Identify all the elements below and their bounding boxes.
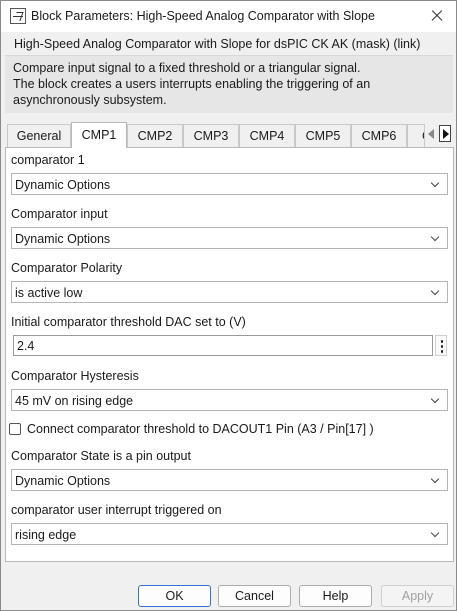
- chevron-down-icon: [429, 285, 443, 299]
- window-title: Block Parameters: High-Speed Analog Comp…: [31, 9, 375, 23]
- threshold-label: Initial comparator threshold DAC set to …: [11, 315, 246, 329]
- ok-button[interactable]: OK: [138, 585, 211, 607]
- comparator-label: comparator 1: [11, 153, 85, 167]
- threshold-field[interactable]: [13, 335, 433, 356]
- tab-bar: General CMP1 CMP2 CMP3 CMP4 CMP5 CMP6 C: [5, 122, 454, 148]
- simulink-block-icon: [10, 8, 26, 24]
- interrupt-dropdown[interactable]: rising edge: [11, 523, 448, 545]
- tab-cmp2[interactable]: CMP2: [127, 124, 183, 147]
- chevron-down-icon: [429, 473, 443, 487]
- comparator-polarity-value: is active low: [15, 286, 83, 300]
- description-line: The block creates a users interrupts ena…: [13, 77, 371, 91]
- tab-scroll-left-icon[interactable]: [425, 125, 437, 142]
- chevron-down-icon: [429, 177, 443, 191]
- comparator-polarity-dropdown[interactable]: is active low: [11, 281, 448, 303]
- dialog-footer: OK Cancel Help Apply: [1, 576, 456, 610]
- comparator-value: Dynamic Options: [15, 178, 111, 192]
- tab-scroll-right-icon[interactable]: [439, 125, 451, 142]
- title-bar: Block Parameters: High-Speed Analog Comp…: [1, 1, 456, 32]
- comparator-input-value: Dynamic Options: [15, 232, 111, 246]
- tab-general[interactable]: General: [7, 124, 71, 147]
- block-parameters-dialog: Block Parameters: High-Speed Analog Comp…: [0, 0, 457, 611]
- tab-cmp1[interactable]: CMP1: [71, 122, 127, 148]
- mask-header: High-Speed Analog Comparator with Slope …: [1, 32, 456, 116]
- description-line: asynchronously subsystem.: [13, 93, 167, 107]
- tab-cmp5[interactable]: CMP5: [295, 124, 351, 147]
- comparator-input-label: Comparator input: [11, 207, 108, 221]
- state-dropdown[interactable]: Dynamic Options: [11, 469, 448, 491]
- cmp1-panel: comparator 1 Dynamic Options Comparator …: [5, 147, 454, 562]
- tab-cmp6[interactable]: CMP6: [351, 124, 407, 147]
- state-label: Comparator State is a pin output: [11, 449, 191, 463]
- comparator-dropdown[interactable]: Dynamic Options: [11, 173, 448, 195]
- close-icon[interactable]: [424, 4, 450, 28]
- help-button[interactable]: Help: [299, 585, 372, 607]
- tab-partial[interactable]: C: [407, 124, 425, 147]
- dacout-label: Connect comparator threshold to DACOUT1 …: [27, 422, 374, 436]
- chevron-down-icon: [429, 231, 443, 245]
- hysteresis-label: Comparator Hysteresis: [11, 369, 139, 383]
- description-line: Compare input signal to a fixed threshol…: [13, 61, 361, 75]
- mask-title: High-Speed Analog Comparator with Slope …: [14, 37, 421, 51]
- interrupt-value: rising edge: [15, 528, 77, 542]
- mask-description: Compare input signal to a fixed threshol…: [5, 55, 453, 113]
- state-value: Dynamic Options: [15, 474, 111, 488]
- comparator-polarity-label: Comparator Polarity: [11, 261, 123, 275]
- dacout-checkbox[interactable]: [9, 423, 21, 435]
- more-options-icon[interactable]: [435, 335, 447, 356]
- cancel-button[interactable]: Cancel: [218, 585, 291, 607]
- hysteresis-dropdown[interactable]: 45 mV on rising edge: [11, 389, 448, 411]
- threshold-input[interactable]: [14, 336, 432, 355]
- apply-button[interactable]: Apply: [381, 585, 454, 607]
- hysteresis-value: 45 mV on rising edge: [15, 394, 134, 408]
- tab-cmp4[interactable]: CMP4: [239, 124, 295, 147]
- chevron-down-icon: [429, 393, 443, 407]
- comparator-input-dropdown[interactable]: Dynamic Options: [11, 227, 448, 249]
- tab-cmp3[interactable]: CMP3: [183, 124, 239, 147]
- chevron-down-icon: [429, 527, 443, 541]
- interrupt-label: comparator user interrupt triggered on: [11, 503, 222, 517]
